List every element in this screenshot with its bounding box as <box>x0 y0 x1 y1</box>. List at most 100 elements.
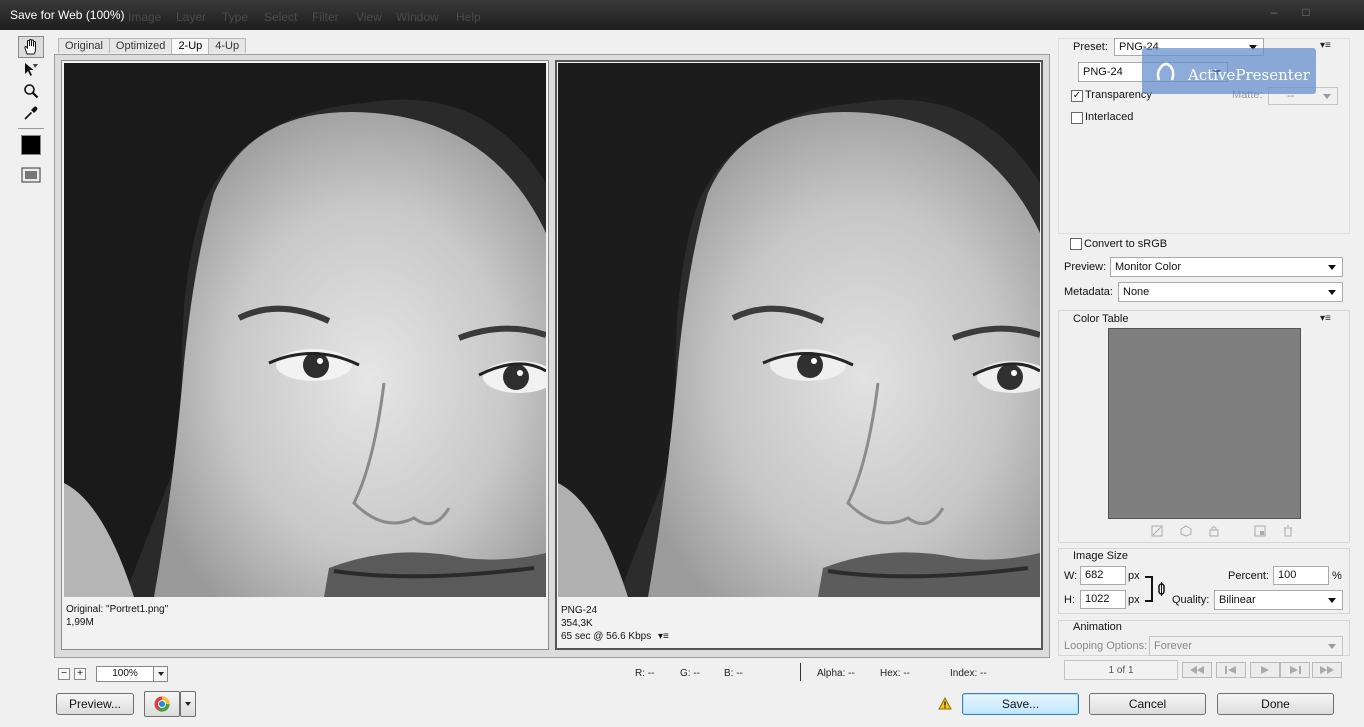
web-shift-icon[interactable] <box>1180 525 1192 537</box>
optimized-pane[interactable]: PNG-24 354,3K 65 sec @ 56.6 Kbps ▾≡ <box>555 60 1043 650</box>
eyedropper-tool-button[interactable] <box>18 102 44 124</box>
background-menu-filter: Filter <box>312 10 339 24</box>
hand-icon <box>24 38 36 55</box>
last-frame-button[interactable] <box>1312 662 1342 678</box>
convert-srgb-checkbox[interactable] <box>1070 238 1082 250</box>
original-image[interactable] <box>64 63 546 597</box>
last-frame-icon <box>1320 666 1334 674</box>
width-input[interactable]: 682 <box>1080 566 1126 585</box>
settings-panel-menu-icon[interactable]: ▾≡ <box>1320 40 1331 51</box>
tab-4-up[interactable]: 4-Up <box>208 38 247 53</box>
percent-unit: % <box>1332 570 1342 582</box>
preset-label: Preset: <box>1073 41 1108 53</box>
zoom-level-dropdown[interactable] <box>154 666 168 682</box>
zoom-level-field[interactable]: 100% <box>96 666 154 682</box>
background-menu-window: Window <box>396 10 439 24</box>
interlaced-checkbox[interactable] <box>1071 112 1083 124</box>
optimized-info: PNG-24 354,3K 65 sec @ 56.6 Kbps ▾≡ <box>561 604 669 643</box>
quality-select[interactable]: Bilinear <box>1214 590 1343 610</box>
check-icon: ✓ <box>1072 90 1082 101</box>
browser-icon <box>154 696 170 712</box>
portrait-image-optimized <box>558 63 1040 597</box>
toggle-slices-icon <box>21 167 41 183</box>
download-time-text: 65 sec @ 56.6 Kbps <box>561 631 652 642</box>
preview-value: Monitor Color <box>1115 261 1182 273</box>
readout-r: R: -- <box>635 668 655 679</box>
tab-original[interactable]: Original <box>58 38 110 53</box>
tool-separator <box>18 128 44 129</box>
color-table-swatches[interactable] <box>1108 328 1301 519</box>
tab-optimized[interactable]: Optimized <box>108 38 173 53</box>
toggle-slices-button[interactable] <box>18 164 44 186</box>
play-icon <box>1261 666 1269 674</box>
preview-button[interactable]: Preview... <box>56 693 134 715</box>
lock-icon[interactable] <box>1208 525 1220 537</box>
interlaced-label: Interlaced <box>1085 111 1134 123</box>
preview-label: Preview: <box>1064 261 1107 273</box>
convert-srgb-label: Convert to sRGB <box>1084 238 1168 250</box>
previous-frame-button[interactable] <box>1216 662 1246 678</box>
color-table-title: Color Table <box>1073 313 1129 325</box>
image-size-title: Image Size <box>1073 550 1129 562</box>
hand-tool-button[interactable] <box>18 36 44 58</box>
background-menu-image: Image <box>128 10 162 24</box>
zoom-controls: − + 100% <box>58 666 168 682</box>
eyedropper-color-swatch[interactable] <box>18 134 44 156</box>
zoom-out-button[interactable]: − <box>58 668 70 680</box>
height-input[interactable]: 1022 <box>1080 590 1126 609</box>
frame-counter: 1 of 1 <box>1108 665 1134 676</box>
optimized-image[interactable] <box>558 63 1040 597</box>
color-table-menu-icon[interactable]: ▾≡ <box>1320 313 1331 324</box>
first-frame-icon <box>1190 666 1204 674</box>
portrait-image-original <box>64 63 546 597</box>
quality-label: Quality: <box>1172 594 1210 606</box>
original-filename: Original: "Portret1.png" <box>66 604 169 615</box>
tool-strip <box>16 36 46 196</box>
width-label: W: <box>1064 570 1078 582</box>
browser-preview-dropdown[interactable] <box>180 691 196 717</box>
height-unit: px <box>1128 594 1140 606</box>
cancel-button[interactable]: Cancel <box>1089 693 1206 715</box>
eyedropper-icon <box>24 106 38 120</box>
looping-label: Looping Options: <box>1064 640 1148 652</box>
background-menu-type: Type <box>222 10 249 24</box>
previous-frame-icon <box>1225 666 1236 674</box>
tab-2-up[interactable]: 2-Up <box>171 38 210 54</box>
metadata-select[interactable]: None <box>1118 282 1343 302</box>
looping-value: Forever <box>1154 640 1192 652</box>
readout-divider <box>800 663 801 681</box>
play-button[interactable] <box>1250 662 1280 678</box>
animation-title: Animation <box>1073 621 1122 633</box>
metadata-value: None <box>1123 286 1150 298</box>
window-title: Save for Web (100%) <box>10 8 125 22</box>
transparency-checkbox[interactable]: ✓ <box>1071 90 1083 102</box>
save-button[interactable]: Save... <box>962 693 1079 715</box>
map-color-icon[interactable] <box>1151 525 1163 537</box>
done-button[interactable]: Done <box>1217 693 1334 715</box>
maximize-button[interactable]: □ <box>1294 3 1318 21</box>
readout-hex: Hex: -- <box>880 668 910 679</box>
browser-preview-button[interactable] <box>144 691 180 717</box>
new-color-icon[interactable] <box>1254 525 1266 537</box>
percent-label: Percent: <box>1228 570 1269 582</box>
percent-input[interactable]: 100 <box>1273 566 1329 585</box>
preview-select[interactable]: Monitor Color <box>1110 257 1343 277</box>
zoom-tool-button[interactable] <box>18 80 44 102</box>
trash-icon[interactable] <box>1282 525 1294 537</box>
first-frame-button[interactable] <box>1182 662 1212 678</box>
warning-icon <box>938 697 952 710</box>
slice-select-tool-button[interactable] <box>18 58 44 80</box>
constrain-proportions-icon[interactable] <box>1144 576 1170 602</box>
minimize-button[interactable]: – <box>1262 3 1286 21</box>
zoom-in-button[interactable]: + <box>74 668 86 680</box>
background-menu-view: View <box>356 10 382 24</box>
download-rate-menu-icon[interactable]: ▾≡ <box>658 631 669 642</box>
looping-select[interactable]: Forever <box>1149 636 1343 656</box>
original-pane[interactable]: Original: "Portret1.png" 1,99M <box>61 60 549 650</box>
next-frame-button[interactable] <box>1280 662 1310 678</box>
original-filesize: 1,99M <box>66 617 94 628</box>
optimized-download-time: 65 sec @ 56.6 Kbps ▾≡ <box>561 630 669 643</box>
next-frame-icon <box>1290 666 1301 674</box>
quality-value: Bilinear <box>1219 594 1256 606</box>
eyedropper-color-icon <box>21 135 41 155</box>
